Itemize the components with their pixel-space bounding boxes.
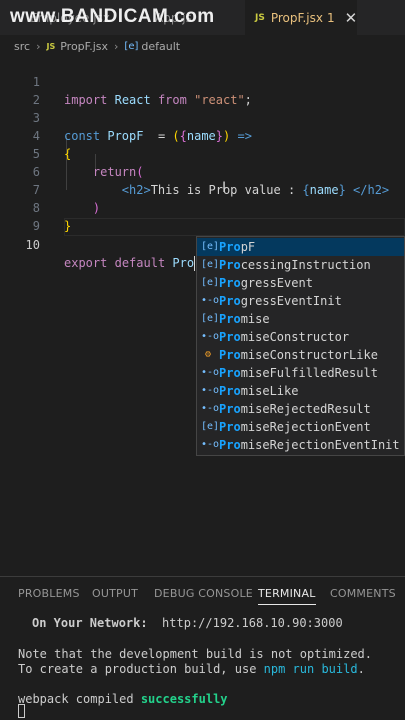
suggestion-label: pF bbox=[240, 240, 256, 254]
tab-problems[interactable]: PROBLEMS bbox=[18, 583, 80, 605]
keyword: export bbox=[64, 256, 108, 270]
match-text: Pro bbox=[219, 276, 241, 290]
autocomplete-suggestions[interactable]: [e] PropF [e] ProcessingInstruction [e] Pro… bbox=[196, 236, 405, 456]
variable-icon: [e] bbox=[201, 259, 220, 270]
mouse-ibeam-icon: I bbox=[222, 180, 227, 196]
suggestion-label: miseRejectedResult bbox=[240, 402, 371, 416]
editor-tab-bar: Employee.jsx App.js JS PropF.jsx 1 ✕ www… bbox=[0, 0, 405, 35]
suggestion-item[interactable]: •-o ProgressEventInit bbox=[197, 292, 404, 310]
match-text: Pro bbox=[219, 348, 241, 362]
variable-icon: [e] bbox=[201, 421, 220, 432]
code-line: 5 return( bbox=[0, 127, 405, 179]
match-text: Pro bbox=[219, 240, 241, 254]
type-alias-icon: ⚙ bbox=[204, 349, 212, 360]
suggestion-label: miseConstructorLike bbox=[240, 348, 378, 362]
match-text: Pro bbox=[219, 330, 241, 344]
code-line: 4 { bbox=[0, 109, 405, 161]
suggestion-item[interactable]: •-o PromiseConstructor bbox=[197, 328, 404, 346]
suggestion-item[interactable]: •-o PromiseRejectionEventInit bbox=[197, 436, 404, 454]
suggestion-label: miseRejectionEvent bbox=[240, 420, 371, 434]
suggestion-item[interactable]: [e] PropF bbox=[197, 238, 404, 256]
tab-debug-console[interactable]: DEBUG CONSOLE bbox=[154, 583, 253, 605]
tab-comments[interactable]: COMMENTS bbox=[330, 583, 396, 605]
breadcrumb-folder[interactable]: src bbox=[14, 40, 30, 53]
suggestion-label: miseRejectionEventInit bbox=[240, 438, 400, 452]
interface-icon: •-o bbox=[201, 403, 220, 414]
terminal-url[interactable]: http://192.168.10.90:3000 bbox=[162, 616, 343, 630]
tab-propf[interactable]: JS PropF.jsx 1 ✕ bbox=[245, 0, 357, 35]
match-text: Pro bbox=[219, 402, 241, 416]
terminal-text: On Your Network: bbox=[32, 616, 148, 630]
line-number: 10 bbox=[25, 238, 40, 252]
bandicam-watermark: www.BANDICAM.com bbox=[10, 6, 215, 27]
interface-icon: •-o bbox=[201, 385, 220, 396]
match-text: Pro bbox=[219, 384, 241, 398]
suggestion-label: miseConstructor bbox=[240, 330, 350, 344]
match-text: Pro bbox=[219, 258, 241, 272]
tab-terminal[interactable]: TERMINAL bbox=[258, 583, 316, 605]
keyword: default bbox=[114, 256, 166, 270]
terminal-text: . bbox=[357, 662, 365, 676]
variable-icon: [e] bbox=[201, 313, 220, 324]
symbol-variable-icon: [e] bbox=[124, 40, 139, 52]
javascript-file-icon: JS bbox=[46, 41, 56, 51]
javascript-file-icon: JS bbox=[255, 13, 265, 23]
terminal-success-text: successfully bbox=[140, 692, 228, 706]
match-text: Pro bbox=[219, 420, 241, 434]
terminal-text: webpack compiled bbox=[18, 692, 141, 706]
code-line-current: 10 export default Pro bbox=[0, 218, 405, 271]
match-text: Pro bbox=[219, 438, 241, 452]
breadcrumb-symbol[interactable]: default bbox=[141, 40, 180, 53]
code-line: 7 ) bbox=[0, 163, 405, 215]
suggestion-label: mise bbox=[240, 312, 270, 326]
suggestion-item[interactable]: •-o PromiseRejectedResult bbox=[197, 400, 404, 418]
terminal-compiled-line: webpack compiled successfully bbox=[18, 692, 228, 707]
terminal-command: npm run build bbox=[263, 662, 358, 676]
code-line: 1 import React from "react"; bbox=[0, 55, 405, 107]
breadcrumb-file[interactable]: PropF.jsx bbox=[60, 40, 108, 53]
suggestion-label: gressEventInit bbox=[240, 294, 342, 308]
terminal-text: To create a production build, use bbox=[18, 662, 264, 676]
suggestion-label: gressEvent bbox=[240, 276, 313, 290]
suggestion-item[interactable]: •-o PromiseFulfilledResult bbox=[197, 364, 404, 382]
terminal-note-line: Note that the development build is not o… bbox=[18, 647, 373, 661]
tab-label: PropF.jsx bbox=[270, 11, 323, 25]
variable-icon: [e] bbox=[201, 277, 220, 288]
variable-icon: [e] bbox=[201, 241, 220, 252]
chevron-right-icon: › bbox=[114, 39, 119, 53]
terminal-cursor bbox=[18, 704, 25, 718]
chevron-right-icon: › bbox=[36, 39, 41, 53]
breadcrumb: src › JS PropF.jsx › [e] default bbox=[14, 36, 180, 56]
suggestion-item[interactable]: •-o PromiseLike bbox=[197, 382, 404, 400]
code-line: 9 bbox=[0, 199, 405, 233]
suggestion-item[interactable]: [e] PromiseRejectionEvent bbox=[197, 418, 404, 436]
code-line: 6 <h2>This is Prop value : {name} </h2> bbox=[0, 145, 405, 197]
suggestion-label: miseLike bbox=[240, 384, 299, 398]
interface-icon: •-o bbox=[201, 367, 220, 378]
code-line: 3 const PropF = ({name}) => bbox=[0, 91, 405, 143]
suggestion-label: miseFulfilledResult bbox=[240, 366, 378, 380]
match-text: Pro bbox=[219, 312, 241, 326]
suggestion-item[interactable]: [e] Promise bbox=[197, 310, 404, 328]
terminal-note-line: To create a production build, use npm ru… bbox=[18, 662, 365, 677]
code-line: 2 bbox=[0, 73, 405, 107]
typed-text: Pro bbox=[172, 256, 195, 270]
text-cursor bbox=[194, 256, 196, 271]
problem-count-badge: 1 bbox=[326, 11, 335, 25]
close-icon[interactable]: ✕ bbox=[345, 9, 358, 27]
terminal-network-line: On Your Network: http://192.168.10.90:30… bbox=[32, 616, 343, 631]
suggestion-item[interactable]: ⚙ PromiseConstructorLike bbox=[197, 346, 404, 364]
interface-icon: •-o bbox=[201, 295, 220, 306]
match-text: Pro bbox=[219, 294, 241, 308]
interface-icon: •-o bbox=[201, 439, 220, 450]
match-text: Pro bbox=[219, 366, 241, 380]
tab-output[interactable]: OUTPUT bbox=[92, 583, 138, 605]
code-line: 8 } bbox=[0, 181, 405, 233]
suggestion-item[interactable]: [e] ProgressEvent bbox=[197, 274, 404, 292]
suggestion-label: cessingInstruction bbox=[240, 258, 371, 272]
interface-icon: •-o bbox=[201, 331, 220, 342]
suggestion-item[interactable]: [e] ProcessingInstruction bbox=[197, 256, 404, 274]
